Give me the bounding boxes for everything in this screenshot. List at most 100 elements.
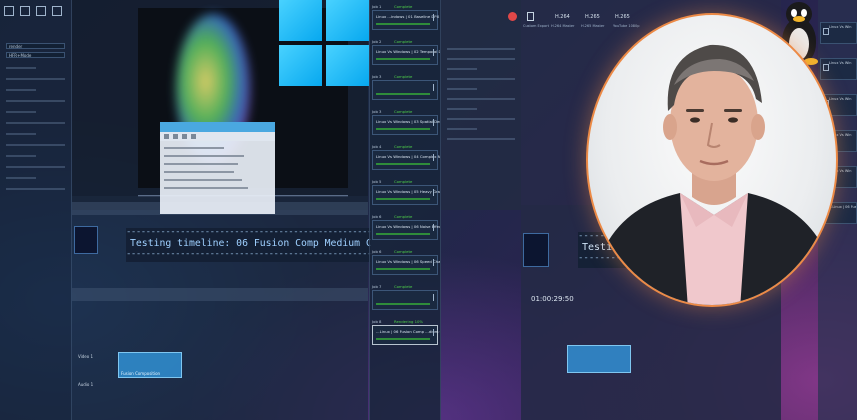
track-label-v1: Video 1 xyxy=(78,354,94,359)
job-item[interactable]: Job 2 Complete Linux Vs Windows | 02 Tempo… xyxy=(372,37,440,68)
job-item[interactable]: Job 3 Complete xyxy=(372,72,440,103)
job-card[interactable]: Linux Vs Windows | 05 Heavy Grade xyxy=(372,185,441,205)
job-name: Linux Vs Windows | 04 Complex Node Tree xyxy=(376,154,441,159)
job-status: Complete xyxy=(394,144,413,149)
job-menu-icon[interactable] xyxy=(433,84,434,91)
job-menu-icon[interactable] xyxy=(433,294,434,301)
job-status: Complete xyxy=(394,179,413,184)
render-settings-panel: render HFR+Mode xyxy=(0,0,72,420)
job-item[interactable]: Job 1 Complete Linux ...indows | 01 Baseli… xyxy=(372,2,440,33)
job-status: Complete xyxy=(394,4,413,9)
job-label: Job 7 xyxy=(372,284,382,289)
banner-text: Testing timeline: 06 Fusion Comp Medium … xyxy=(130,238,371,249)
toolbar xyxy=(0,0,71,18)
job-name: Linux ...indows | 01 Baseline DPX Export xyxy=(376,14,440,19)
job-progress xyxy=(376,198,430,200)
clip-thumbnail[interactable] xyxy=(523,233,549,267)
windows-logo-icon xyxy=(279,0,369,86)
job-progress xyxy=(376,128,430,130)
console-titlebar[interactable] xyxy=(160,122,275,132)
job-name: Linux Vs Windows | 03 Spatial Denoise xyxy=(376,119,440,124)
job-name: ...Linux | 06 Fusion Comp ...dium Comple… xyxy=(376,329,440,334)
job-card[interactable]: Linux Vs Windows | 06 Speed Change xyxy=(372,255,441,275)
job-label: Job 2 xyxy=(372,39,382,44)
job-name: Linux Vs Windows | 06 Noise Effects xyxy=(376,224,441,229)
job-label: Job 8 xyxy=(372,319,382,324)
track-label-a1: Audio 1 xyxy=(78,382,94,387)
toolbar-icon[interactable] xyxy=(191,134,196,139)
job-menu-icon[interactable] xyxy=(433,259,434,266)
job-status: Complete xyxy=(394,109,413,114)
job-label: Job 6 xyxy=(372,249,382,254)
right-settings-panel xyxy=(441,0,521,210)
job-status: Complete xyxy=(394,284,413,289)
job-label: Job 3 xyxy=(372,109,382,114)
job-card[interactable]: Linux Vs Windows | 04 Complex Node Tree xyxy=(372,150,441,170)
console-window xyxy=(160,122,275,214)
job-label: Job 6 xyxy=(372,214,382,219)
timeline-clip[interactable] xyxy=(567,345,631,373)
job-item[interactable]: Job 4 Complete Linux Vs Windows | 04 Compl… xyxy=(372,142,440,173)
banner-divider: ----------------------------------------… xyxy=(126,228,371,237)
export-icon[interactable] xyxy=(4,6,14,16)
timeline-header xyxy=(72,288,368,301)
job-progress xyxy=(376,303,430,305)
job-progress xyxy=(376,268,430,270)
job-card[interactable] xyxy=(372,80,438,100)
job-progress xyxy=(376,93,430,95)
filename-field[interactable]: render xyxy=(6,43,65,49)
job-card[interactable]: Linux Vs Windows | 06 Noise Effects xyxy=(372,220,441,240)
job-progress xyxy=(376,163,430,165)
console-toolbar xyxy=(160,132,275,141)
toolbar-icon[interactable] xyxy=(173,134,178,139)
job-label: Job 5 xyxy=(372,179,382,184)
job-menu-icon[interactable] xyxy=(433,329,434,336)
film-icon[interactable] xyxy=(20,6,30,16)
job-menu-icon[interactable] xyxy=(433,224,434,231)
job-name: Linux Vs Windows | 02 Temporal Denoise xyxy=(376,49,440,54)
render-queue: Job 1 Complete Linux ...indows | 01 Baseli… xyxy=(369,0,441,420)
banner-divider: ----------------------------------------… xyxy=(126,250,371,259)
job-status: Complete xyxy=(394,214,413,219)
timecode: 01:00:29:50 xyxy=(531,295,574,303)
job-item[interactable]: Job 5 Complete Linux Vs Windows | 05 Heavy… xyxy=(372,177,440,208)
toolbar-icon[interactable] xyxy=(182,134,187,139)
job-progress xyxy=(376,58,430,60)
job-label: Job 4 xyxy=(372,144,382,149)
job-status: Rendering 10% xyxy=(394,319,424,324)
job-progress xyxy=(376,233,430,235)
custom-export-icon[interactable] xyxy=(527,12,534,21)
stat-h264[interactable]: H.264 xyxy=(555,14,570,20)
settings-icon[interactable] xyxy=(36,6,46,16)
toolbar-icon[interactable] xyxy=(164,134,169,139)
clip-thumbnail[interactable] xyxy=(74,226,98,254)
location-field[interactable]: HFR+Mode xyxy=(6,52,65,58)
job-item[interactable]: Job 6 Complete Linux Vs Windows | 06 Noise… xyxy=(372,212,440,243)
job-menu-icon[interactable] xyxy=(433,14,434,21)
job-item[interactable]: Job 8 Rendering 10% ...Linux | 06 Fusion C… xyxy=(372,317,440,348)
job-name: Linux Vs Windows | 06 Speed Change xyxy=(376,259,441,264)
job-name: Linux Vs Windows | 05 Heavy Grade xyxy=(376,189,441,194)
job-menu-icon[interactable] xyxy=(433,154,434,161)
job-card[interactable]: Linux Vs Windows | 02 Temporal Denoise xyxy=(372,45,440,65)
job-label: Job 1 xyxy=(372,4,382,9)
job-item[interactable]: Job 7 Complete xyxy=(372,282,440,313)
job-menu-icon[interactable] xyxy=(433,119,434,126)
job-progress xyxy=(376,338,430,340)
job-item[interactable]: Job 6 Complete Linux Vs Windows | 06 Speed… xyxy=(372,247,440,278)
job-status: Complete xyxy=(394,74,413,79)
presenter-portrait xyxy=(586,13,838,307)
job-item[interactable]: Job 3 Complete Linux Vs Windows | 03 Spati… xyxy=(372,107,440,138)
job-card[interactable]: Linux Vs Windows | 03 Spatial Denoise xyxy=(372,115,440,135)
job-menu-icon[interactable] xyxy=(433,49,434,56)
timeline-clip[interactable]: Fusion Composition xyxy=(118,352,182,378)
job-menu-icon[interactable] xyxy=(433,189,434,196)
job-card[interactable] xyxy=(372,290,438,310)
job-status: Complete xyxy=(394,249,413,254)
audio-icon[interactable] xyxy=(52,6,62,16)
stop-icon[interactable] xyxy=(508,12,517,21)
job-progress xyxy=(376,23,430,25)
job-card[interactable]: ...Linux | 06 Fusion Comp ...dium Comple… xyxy=(372,325,440,345)
job-card[interactable]: Linux ...indows | 01 Baseline DPX Export xyxy=(372,10,440,30)
job-label: Job 3 xyxy=(372,74,382,79)
